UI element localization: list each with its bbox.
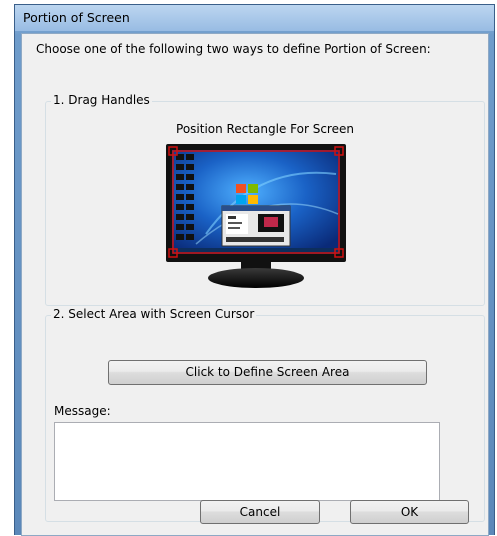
ok-button[interactable]: OK — [350, 500, 469, 524]
dialog-window: Portion of Screen Choose one of the foll… — [14, 4, 495, 536]
drag-handles-group: 1. Drag Handles Position Rectangle For S… — [45, 93, 485, 306]
message-textbox[interactable] — [54, 422, 440, 501]
monitor-preview-icon — [166, 144, 346, 288]
title-bar[interactable]: Portion of Screen — [15, 5, 494, 31]
cancel-button[interactable]: Cancel — [200, 500, 320, 524]
select-area-legend: 2. Select Area with Screen Cursor — [51, 307, 257, 321]
dialog-client-area: Choose one of the following two ways to … — [21, 33, 489, 536]
instructions-text: Choose one of the following two ways to … — [36, 42, 431, 56]
message-label: Message: — [54, 404, 111, 418]
define-screen-area-button[interactable]: Click to Define Screen Area — [108, 360, 427, 385]
window-title: Portion of Screen — [23, 10, 130, 25]
position-rectangle-label: Position Rectangle For Screen — [176, 122, 354, 136]
drag-handles-legend: 1. Drag Handles — [51, 93, 152, 107]
select-area-group: 2. Select Area with Screen Cursor Click … — [45, 307, 485, 522]
